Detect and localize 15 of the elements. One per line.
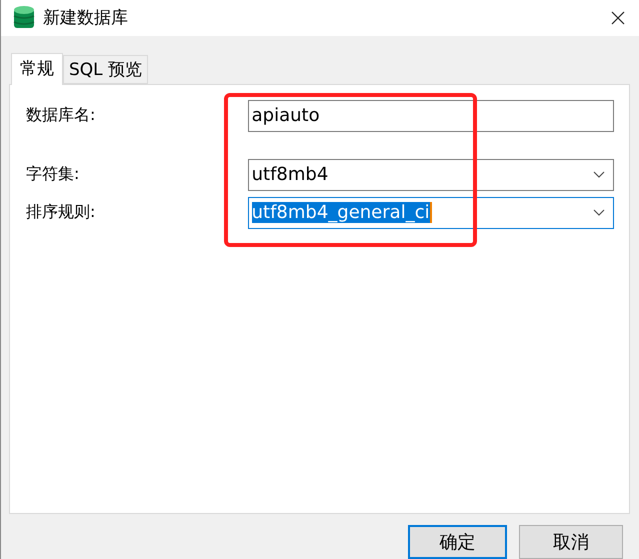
ok-button[interactable]: 确定 [408, 525, 507, 559]
database-icon [13, 4, 35, 31]
cancel-button[interactable]: 取消 [519, 525, 623, 559]
input-field[interactable]: apiauto [248, 100, 614, 132]
field-label: 字符集: [26, 164, 80, 186]
dropdown-field[interactable]: utf8mb4_general_ci [248, 196, 614, 229]
tab[interactable]: SQL 预览 [63, 54, 148, 84]
chevron-down-icon [593, 171, 605, 178]
dropdown-field[interactable]: utf8mb4 [248, 158, 614, 191]
close-icon[interactable] [611, 10, 625, 25]
window-title: 新建数据库 [43, 7, 129, 30]
field-label: 数据库名: [26, 105, 96, 126]
field-label: 排序规则: [26, 202, 96, 224]
tab[interactable]: 常规 [11, 52, 63, 85]
chevron-down-icon [593, 209, 605, 216]
